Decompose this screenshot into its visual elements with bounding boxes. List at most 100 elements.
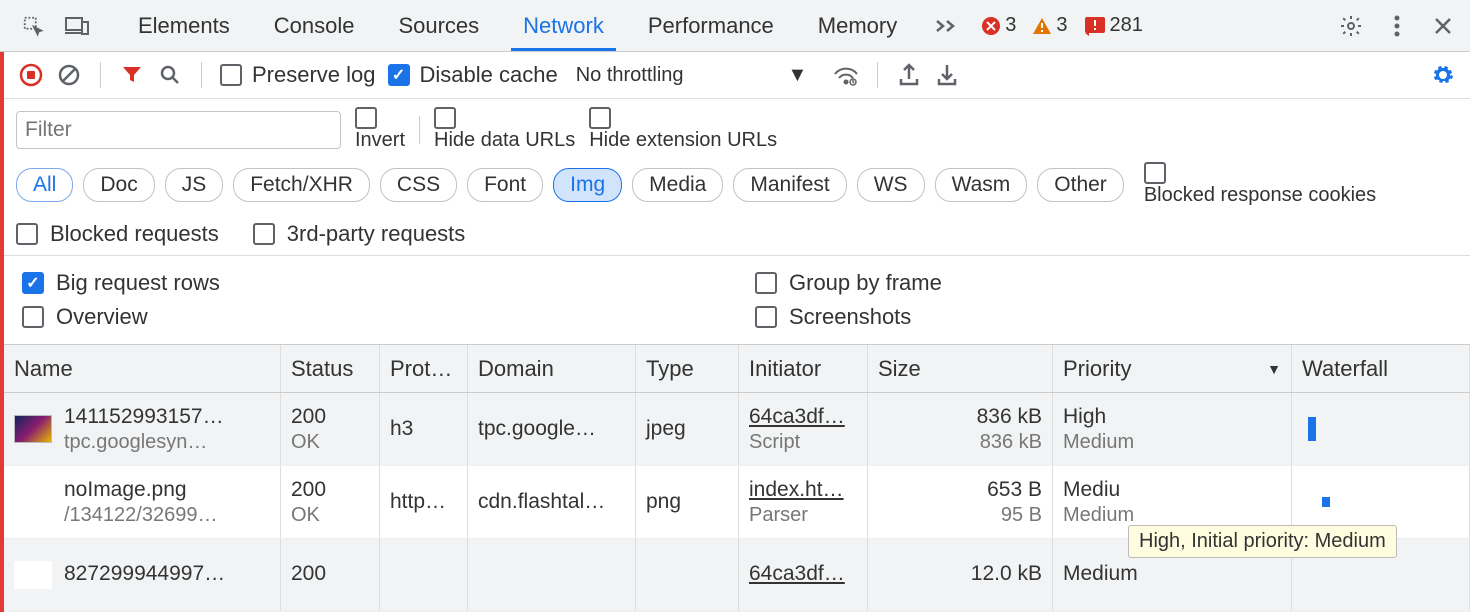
blocked-cookies-checkbox[interactable] [1144, 162, 1166, 184]
invert-checkbox[interactable] [355, 107, 377, 129]
chip-ws[interactable]: WS [857, 168, 925, 202]
kebab-menu-icon[interactable] [1384, 13, 1410, 39]
tab-sources[interactable]: Sources [376, 0, 501, 51]
tab-console[interactable]: Console [252, 0, 377, 51]
col-name[interactable]: Name [4, 345, 281, 392]
resource-size: 836 kB [980, 431, 1042, 454]
overview-checkbox[interactable] [22, 306, 44, 328]
chip-js[interactable]: JS [165, 168, 224, 202]
tab-memory[interactable]: Memory [796, 0, 919, 51]
inspect-element-icon[interactable] [20, 13, 46, 39]
hide-data-urls-checkbox[interactable] [434, 107, 456, 129]
thumbnail-icon [14, 488, 52, 516]
preserve-log-option[interactable]: Preserve log [220, 62, 376, 88]
third-party-checkbox[interactable] [253, 223, 275, 245]
table-header: Name Status Prot… Domain Type Initiator … [4, 345, 1470, 393]
request-path: tpc.googlesyn… [64, 431, 224, 454]
big-rows-option[interactable]: Big request rows [22, 266, 719, 300]
disable-cache-option[interactable]: Disable cache [388, 62, 558, 88]
initial-priority: Medium [1063, 431, 1281, 454]
domain-cell [468, 539, 636, 611]
table-row[interactable]: 141152993157…tpc.googlesyn… 200OK h3 tpc… [4, 393, 1470, 466]
export-har-icon[interactable] [896, 62, 922, 88]
col-size[interactable]: Size [868, 345, 1053, 392]
warnings-count[interactable]: 3 [1032, 14, 1067, 37]
chip-img[interactable]: Img [553, 168, 622, 202]
network-conditions-icon[interactable] [833, 62, 859, 88]
display-options: Big request rows Overview Group by frame… [4, 255, 1470, 344]
hide-extension-urls-checkbox[interactable] [589, 107, 611, 129]
initiator-link[interactable]: 64ca3df… [749, 405, 857, 429]
preserve-log-label: Preserve log [252, 62, 376, 88]
chip-manifest[interactable]: Manifest [733, 168, 846, 202]
network-settings-gear-icon[interactable] [1430, 62, 1456, 88]
chip-wasm[interactable]: Wasm [935, 168, 1028, 202]
col-initiator[interactable]: Initiator [739, 345, 868, 392]
chip-css[interactable]: CSS [380, 168, 457, 202]
group-by-frame-option[interactable]: Group by frame [755, 266, 1452, 300]
chip-media[interactable]: Media [632, 168, 723, 202]
col-priority[interactable]: Priority▼ [1053, 345, 1292, 392]
hide-extension-urls-label: Hide extension URLs [589, 129, 777, 151]
throttling-select[interactable]: No throttling ▼ [576, 64, 808, 87]
resource-size: 95 B [1001, 504, 1042, 527]
chevron-down-icon: ▼ [788, 64, 808, 87]
import-har-icon[interactable] [934, 62, 960, 88]
overview-option[interactable]: Overview [22, 300, 719, 334]
thumbnail-icon [14, 561, 52, 589]
col-domain[interactable]: Domain [468, 345, 636, 392]
filter-input[interactable] [16, 111, 341, 149]
tab-network[interactable]: Network [501, 0, 626, 51]
sort-desc-icon: ▼ [1267, 361, 1281, 377]
third-party-label: 3rd-party requests [287, 221, 466, 247]
col-protocol[interactable]: Prot… [380, 345, 468, 392]
record-button[interactable] [18, 62, 44, 88]
chip-all[interactable]: All [16, 168, 73, 202]
screenshots-label: Screenshots [789, 304, 911, 330]
priority-tooltip: High, Initial priority: Medium [1128, 525, 1397, 558]
initiator-link[interactable]: index.ht… [749, 478, 857, 502]
settings-gear-icon[interactable] [1338, 13, 1364, 39]
col-type[interactable]: Type [636, 345, 739, 392]
hide-extension-urls-option[interactable]: Hide extension URLs [589, 107, 777, 152]
clear-icon[interactable] [56, 62, 82, 88]
invert-label: Invert [355, 129, 405, 151]
blocked-requests-option[interactable]: Blocked requests [16, 221, 219, 247]
invert-option[interactable]: Invert [355, 107, 405, 152]
thumbnail-icon [14, 415, 52, 443]
big-rows-checkbox[interactable] [22, 272, 44, 294]
error-summary: 3 3 281 [981, 14, 1143, 37]
type-cell [636, 539, 739, 611]
request-name: 141152993157… [64, 405, 224, 429]
errors-number: 3 [1005, 14, 1016, 37]
screenshots-option[interactable]: Screenshots [755, 300, 1452, 334]
initiator-link[interactable]: 64ca3df… [749, 562, 857, 586]
blocked-cookies-option[interactable]: Blocked response cookies [1144, 162, 1376, 207]
third-party-option[interactable]: 3rd-party requests [253, 221, 466, 247]
hide-data-urls-option[interactable]: Hide data URLs [434, 107, 575, 152]
search-icon[interactable] [157, 62, 183, 88]
chip-fetch-xhr[interactable]: Fetch/XHR [233, 168, 370, 202]
more-tabs-icon[interactable] [931, 10, 963, 42]
chip-doc[interactable]: Doc [83, 168, 154, 202]
tab-performance[interactable]: Performance [626, 0, 796, 51]
initiator-type: Script [749, 431, 857, 454]
warning-icon [1032, 16, 1052, 36]
col-waterfall[interactable]: Waterfall [1292, 345, 1470, 392]
close-devtools-icon[interactable] [1430, 13, 1456, 39]
screenshots-checkbox[interactable] [755, 306, 777, 328]
errors-count[interactable]: 3 [981, 14, 1016, 37]
group-by-frame-checkbox[interactable] [755, 272, 777, 294]
panel-tabs: Elements Console Sources Network Perform… [116, 0, 919, 51]
priority-value: Mediu [1063, 478, 1281, 502]
tab-elements[interactable]: Elements [116, 0, 252, 51]
preserve-log-checkbox[interactable] [220, 64, 242, 86]
device-toolbar-icon[interactable] [64, 13, 90, 39]
issues-count[interactable]: 281 [1084, 14, 1143, 37]
filter-funnel-icon[interactable] [119, 62, 145, 88]
chip-font[interactable]: Font [467, 168, 543, 202]
col-status[interactable]: Status [281, 345, 380, 392]
blocked-requests-checkbox[interactable] [16, 223, 38, 245]
chip-other[interactable]: Other [1037, 168, 1124, 202]
disable-cache-checkbox[interactable] [388, 64, 410, 86]
